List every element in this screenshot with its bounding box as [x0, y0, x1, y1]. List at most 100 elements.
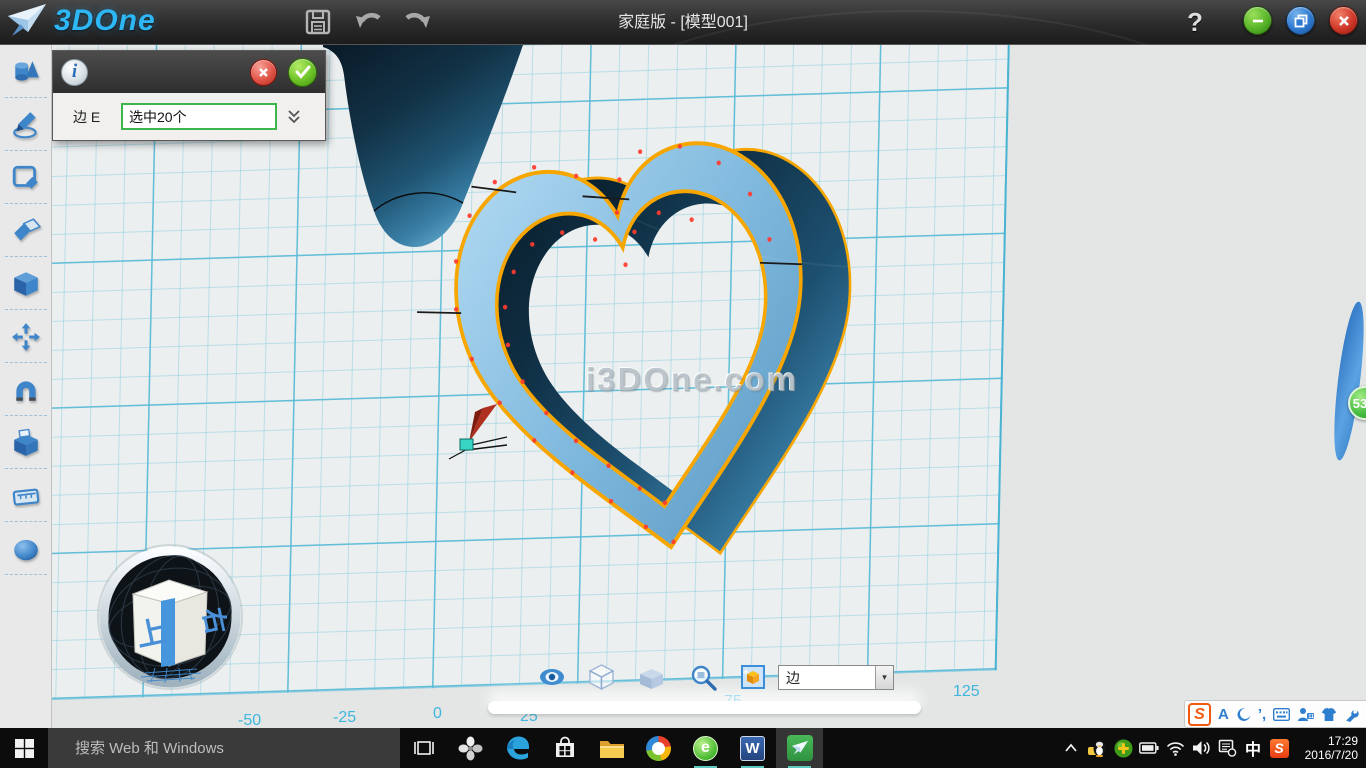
green-e-letter: e	[701, 739, 710, 757]
action-center-icon	[1218, 739, 1237, 757]
model-heart[interactable]	[417, 127, 877, 567]
tray-volume[interactable]	[1188, 728, 1214, 768]
edge-selection-input[interactable]	[121, 103, 277, 130]
tray-360-safe[interactable]	[1110, 728, 1136, 768]
wrench-icon[interactable]	[1344, 707, 1359, 722]
pinwheel-icon	[458, 736, 483, 761]
battery-icon	[1139, 742, 1159, 754]
app-store[interactable]	[541, 728, 588, 768]
green-e-browser-icon: e	[693, 736, 718, 761]
start-button[interactable]	[0, 728, 48, 768]
dialog-body: 边 E	[53, 93, 325, 140]
viewport-3d[interactable]: -50 -25 0 25 75 125	[52, 45, 1366, 728]
selection-dialog: i 边 E	[52, 50, 326, 141]
measure-gauge-icon	[11, 481, 41, 511]
sidebar-item-combine-stack[interactable]	[0, 416, 52, 469]
app-green-e-browser[interactable]: e	[682, 728, 729, 768]
app-3done[interactable]	[776, 728, 823, 768]
booster-blade	[1328, 300, 1366, 461]
user-badge-icon[interactable]: 11	[1297, 707, 1314, 722]
magnet-assembly-icon	[11, 375, 41, 405]
taskbar: e W	[0, 728, 1366, 768]
tray-action-center[interactable]	[1214, 728, 1240, 768]
titlebar: 3DOne 家庭版 - [模型001] ?	[0, 0, 1366, 45]
direction-arrow-marker	[447, 402, 509, 460]
restore-button[interactable]	[1286, 6, 1315, 35]
confirm-icon	[295, 65, 311, 79]
cancel-icon	[257, 66, 270, 79]
app-edge[interactable]	[494, 728, 541, 768]
watermark: i3DOne.com	[586, 361, 799, 399]
task-view-button[interactable]	[400, 728, 447, 768]
sogou-ime-bar: S A ’, 11	[1184, 700, 1366, 728]
word-icon: W	[740, 736, 765, 761]
shaded-cube-icon[interactable]	[639, 668, 664, 690]
tray-battery[interactable]	[1136, 728, 1162, 768]
punctuation-icon[interactable]: ’,	[1258, 706, 1266, 723]
taskbar-clock[interactable]: 17:29 2016/7/20	[1292, 734, 1366, 762]
store-icon	[553, 736, 577, 760]
view-cube-navigator[interactable]: 上 右	[95, 542, 245, 692]
combine-stack-icon	[11, 428, 41, 458]
tray-expand-button[interactable]	[1058, 728, 1084, 768]
dropdown-caret-icon[interactable]: ▾	[875, 666, 893, 689]
axis-label: 125	[953, 683, 980, 701]
help-button[interactable]: ?	[1180, 2, 1210, 42]
sidebar-item-primitive-solids[interactable]	[0, 45, 52, 98]
soft-keyboard-icon[interactable]	[1273, 708, 1290, 721]
wireframe-cube-icon[interactable]	[589, 664, 614, 690]
minimize-button[interactable]	[1243, 6, 1272, 35]
app-pinwheel[interactable]	[447, 728, 494, 768]
sketch-edit-icon	[11, 163, 41, 193]
sidebar-item-measure-gauge[interactable]	[0, 469, 52, 522]
visibility-eye-icon[interactable]	[539, 668, 565, 687]
word-letter: W	[745, 740, 759, 757]
window-title: 家庭版 - [模型001]	[0, 0, 1366, 45]
app-file-explorer[interactable]	[588, 728, 635, 768]
moon-icon[interactable]	[1236, 707, 1251, 722]
sogou-tray-icon: S	[1270, 739, 1289, 758]
sidebar-item-sketch-draw[interactable]	[0, 98, 52, 151]
tray-sogou[interactable]: S	[1266, 728, 1292, 768]
letter-mode-icon[interactable]: A	[1218, 706, 1229, 723]
sogou-logo-icon[interactable]: S	[1188, 703, 1211, 726]
sidebar-item-magnet-assembly[interactable]	[0, 363, 52, 416]
tray-wifi[interactable]	[1162, 728, 1188, 768]
sidebar-item-material-sphere[interactable]	[0, 522, 52, 575]
sidebar-item-eraser-trim[interactable]	[0, 204, 52, 257]
move-transform-icon	[11, 322, 41, 352]
taskbar-search-input[interactable]	[48, 728, 400, 768]
display-mode-dropdown[interactable]: 边 ▾	[778, 665, 894, 690]
tray-qq[interactable]	[1084, 728, 1110, 768]
axis-label: -50	[238, 712, 261, 728]
edge-icon	[505, 735, 531, 761]
render-mode-icon[interactable]	[741, 665, 765, 689]
task-view-icon	[413, 739, 435, 757]
display-mode-value: 边	[779, 668, 875, 688]
360-safe-icon	[1114, 739, 1133, 758]
info-icon[interactable]: i	[61, 59, 88, 86]
app-360-browser[interactable]	[635, 728, 682, 768]
sidebar-item-feature-cube[interactable]	[0, 257, 52, 310]
close-button[interactable]	[1329, 6, 1358, 35]
start-icon	[15, 739, 34, 758]
volume-icon	[1192, 740, 1211, 756]
sidebar-item-sketch-edit[interactable]	[0, 151, 52, 204]
expand-chevron-icon[interactable]	[287, 109, 301, 125]
horizontal-scrollbar[interactable]	[488, 701, 921, 714]
svg-text:11: 11	[1308, 714, 1314, 720]
wifi-icon	[1166, 741, 1185, 756]
axis-label: -25	[333, 709, 356, 727]
sidebar-item-move-transform[interactable]	[0, 310, 52, 363]
zoom-magnifier-icon[interactable]	[690, 665, 717, 692]
tray-ime-indicator[interactable]: 中	[1240, 728, 1266, 768]
tray-expand-icon	[1064, 742, 1078, 754]
dialog-cancel-button[interactable]	[250, 59, 277, 86]
qq-icon	[1087, 739, 1107, 758]
clock-time: 17:29	[1292, 734, 1358, 748]
skin-tshirt-icon[interactable]	[1321, 707, 1337, 722]
minimize-icon	[1251, 14, 1265, 28]
dialog-titlebar: i	[53, 51, 325, 93]
dialog-confirm-button[interactable]	[288, 58, 317, 87]
app-word[interactable]: W	[729, 728, 776, 768]
